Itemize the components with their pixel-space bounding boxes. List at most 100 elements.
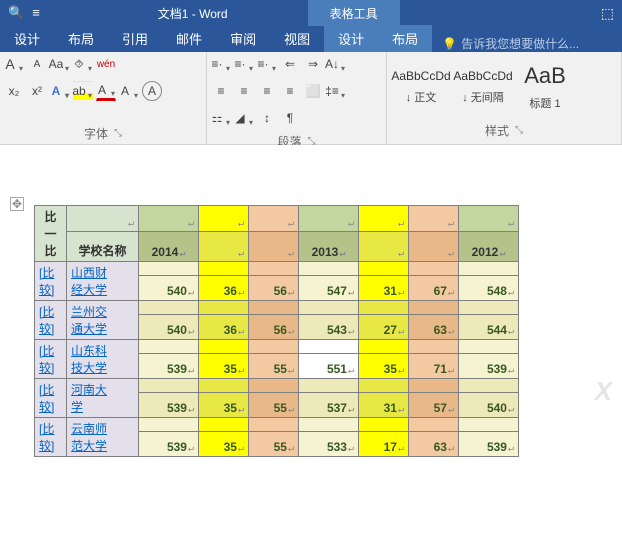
data-cell[interactable]: 55↵ bbox=[249, 393, 299, 418]
line-spacing-icon[interactable]: ‡≡ bbox=[326, 81, 346, 101]
header-cell[interactable]: ↵ bbox=[359, 206, 409, 232]
header-cell[interactable]: 2013↵ bbox=[299, 231, 359, 261]
data-cell[interactable]: 544↵ bbox=[459, 315, 519, 340]
data-cell[interactable] bbox=[409, 418, 459, 432]
data-cell[interactable] bbox=[299, 301, 359, 315]
data-cell[interactable] bbox=[299, 340, 359, 354]
header-cell[interactable]: 比一比 bbox=[35, 206, 67, 262]
header-cell[interactable]: ↵ bbox=[249, 206, 299, 232]
data-cell[interactable]: 36↵ bbox=[199, 276, 249, 301]
tab-table-layout[interactable]: 布局 bbox=[378, 25, 432, 52]
data-cell[interactable] bbox=[199, 418, 249, 432]
data-cell[interactable]: 539↵ bbox=[139, 432, 199, 457]
header-cell[interactable]: ↵ bbox=[359, 231, 409, 261]
data-cell[interactable] bbox=[459, 340, 519, 354]
data-cell[interactable] bbox=[249, 301, 299, 315]
bullets-icon[interactable]: ≡· bbox=[211, 54, 231, 74]
data-cell[interactable]: 55↵ bbox=[249, 354, 299, 379]
data-cell[interactable]: 71↵ bbox=[409, 354, 459, 379]
search-icon[interactable]: 🔍 bbox=[8, 5, 24, 21]
header-cell[interactable]: ↵ bbox=[459, 206, 519, 232]
data-cell[interactable]: 56↵ bbox=[249, 315, 299, 340]
text-effects-icon[interactable]: A bbox=[50, 81, 70, 101]
subscript-icon[interactable]: x₂ bbox=[4, 81, 24, 101]
data-cell[interactable] bbox=[359, 418, 409, 432]
tab-mailings[interactable]: 邮件 bbox=[162, 25, 216, 52]
change-case-icon[interactable]: Aa bbox=[50, 54, 70, 74]
data-cell[interactable]: 63↵ bbox=[409, 315, 459, 340]
numbering-icon[interactable]: ≡· bbox=[234, 54, 254, 74]
data-cell[interactable]: 35↵ bbox=[199, 354, 249, 379]
data-cell[interactable]: 548↵ bbox=[459, 276, 519, 301]
data-cell[interactable]: 36↵ bbox=[199, 315, 249, 340]
data-cell[interactable]: 31↵ bbox=[359, 393, 409, 418]
data-cell[interactable] bbox=[139, 379, 199, 393]
data-cell[interactable] bbox=[139, 262, 199, 276]
header-cell[interactable]: ↵ bbox=[199, 206, 249, 232]
style-no-spacing[interactable]: AaBbCcDd ↓ 无间隔 bbox=[453, 58, 513, 116]
data-cell[interactable] bbox=[139, 418, 199, 432]
header-cell[interactable]: ↵ bbox=[299, 206, 359, 232]
data-cell[interactable] bbox=[199, 379, 249, 393]
data-cell[interactable]: 67↵ bbox=[409, 276, 459, 301]
tab-design[interactable]: 设计 bbox=[0, 25, 54, 52]
word-table[interactable]: 比一比 ↵ ↵ ↵ ↵ ↵ ↵ ↵ ↵ 学校名称 2014↵ ↵ ↵ 2013↵… bbox=[34, 205, 519, 262]
data-cell[interactable]: 539↵ bbox=[459, 432, 519, 457]
compare-link-cell[interactable]: [比较] bbox=[35, 418, 67, 457]
show-marks-icon[interactable]: ¶ bbox=[280, 108, 300, 128]
sort-icon[interactable]: A↓ bbox=[326, 54, 346, 74]
data-cell[interactable]: 63↵ bbox=[409, 432, 459, 457]
data-cell[interactable]: 539↵ bbox=[459, 354, 519, 379]
data-cell[interactable]: 55↵ bbox=[249, 432, 299, 457]
school-name-cell[interactable]: 山西财经大学 bbox=[67, 262, 139, 301]
tab-table-design[interactable]: 设计 bbox=[324, 25, 378, 52]
data-cell[interactable] bbox=[359, 340, 409, 354]
data-cell[interactable] bbox=[249, 379, 299, 393]
tab-review[interactable]: 审阅 bbox=[216, 25, 270, 52]
decrease-indent-icon[interactable]: ⇐ bbox=[280, 54, 300, 74]
data-cell[interactable]: 56↵ bbox=[249, 276, 299, 301]
style-heading1[interactable]: AaB 标题 1 bbox=[515, 58, 575, 116]
header-cell[interactable]: 2014↵ bbox=[139, 231, 199, 261]
phonetic-guide-icon[interactable]: wén bbox=[96, 54, 116, 74]
data-cell[interactable] bbox=[249, 340, 299, 354]
borders-icon[interactable]: ◢ bbox=[234, 108, 254, 128]
tab-view[interactable]: 视图 bbox=[270, 25, 324, 52]
align-right-icon[interactable]: ≡ bbox=[257, 81, 277, 101]
justify-icon[interactable]: ≡ bbox=[280, 81, 300, 101]
highlight-icon[interactable]: ab bbox=[73, 81, 93, 101]
compare-link-cell[interactable]: [比较] bbox=[35, 340, 67, 379]
compare-link-cell[interactable]: [比较] bbox=[35, 379, 67, 418]
data-cell[interactable]: 543↵ bbox=[299, 315, 359, 340]
header-cell[interactable]: ↵ bbox=[249, 231, 299, 261]
data-cell[interactable] bbox=[359, 379, 409, 393]
align-center-icon[interactable]: ≡ bbox=[234, 81, 254, 101]
data-cell[interactable] bbox=[359, 262, 409, 276]
multilevel-list-icon[interactable]: ≡· bbox=[257, 54, 277, 74]
data-cell[interactable] bbox=[359, 301, 409, 315]
qat-menu-icon[interactable]: ≡ bbox=[32, 5, 40, 21]
data-cell[interactable] bbox=[459, 301, 519, 315]
data-cell[interactable] bbox=[199, 301, 249, 315]
data-cell[interactable]: 533↵ bbox=[299, 432, 359, 457]
tab-layout[interactable]: 布局 bbox=[54, 25, 108, 52]
school-name-cell[interactable]: 云南师范大学 bbox=[67, 418, 139, 457]
header-cell[interactable]: ↵ bbox=[409, 206, 459, 232]
data-cell[interactable]: 539↵ bbox=[139, 354, 199, 379]
data-cell[interactable] bbox=[199, 262, 249, 276]
clear-formatting-icon[interactable]: ⯑ bbox=[73, 54, 93, 74]
window-control-icon[interactable]: ⬚ bbox=[593, 5, 622, 22]
data-cell[interactable]: 31↵ bbox=[359, 276, 409, 301]
data-cell[interactable] bbox=[459, 379, 519, 393]
superscript-icon[interactable]: x² bbox=[27, 81, 47, 101]
grow-font-icon[interactable]: A bbox=[4, 54, 24, 74]
data-cell[interactable]: 35↵ bbox=[199, 432, 249, 457]
data-cell[interactable]: 547↵ bbox=[299, 276, 359, 301]
data-cell[interactable]: 27↵ bbox=[359, 315, 409, 340]
data-cell[interactable]: 540↵ bbox=[139, 315, 199, 340]
asian-layout-icon[interactable]: ↕ bbox=[257, 108, 277, 128]
data-cell[interactable] bbox=[249, 418, 299, 432]
font-color-icon[interactable]: A bbox=[96, 81, 116, 101]
data-cell[interactable] bbox=[409, 379, 459, 393]
data-cell[interactable]: 540↵ bbox=[139, 276, 199, 301]
